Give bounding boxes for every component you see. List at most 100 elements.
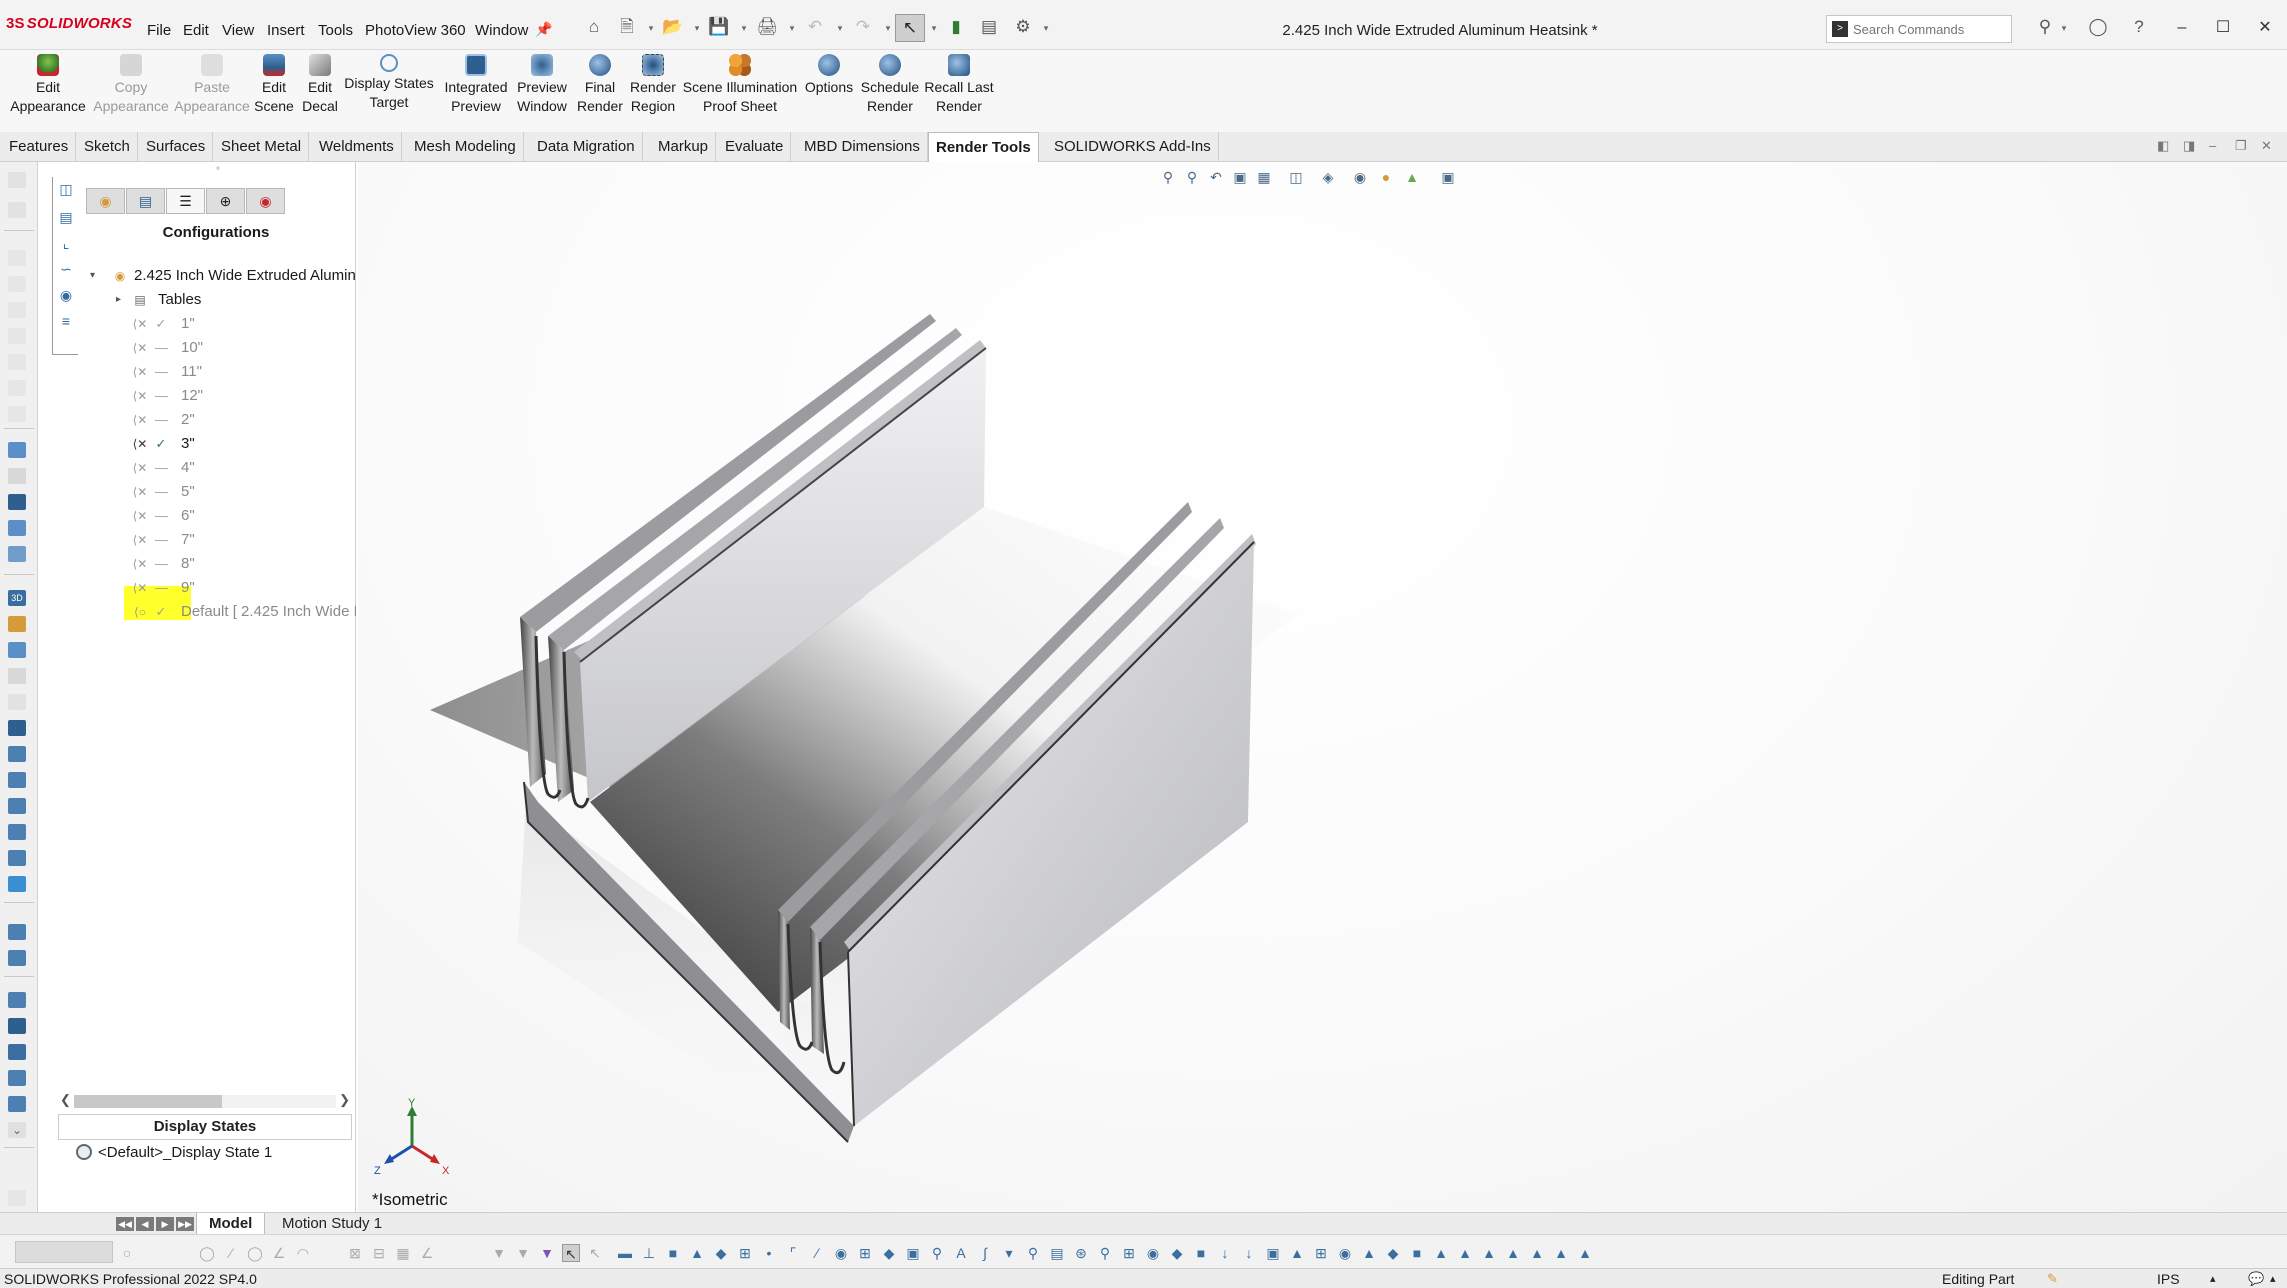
view-tool-icon-3[interactable] <box>8 494 26 510</box>
snap-icon-23[interactable]: ◉ <box>1144 1244 1162 1262</box>
snap-icon-6[interactable]: ⊞ <box>736 1244 754 1262</box>
tool-icon-3[interactable] <box>8 302 26 318</box>
tab-mesh-modeling[interactable]: Mesh Modeling <box>407 132 524 161</box>
redo-icon[interactable]: ↷ <box>852 16 874 38</box>
snap-icon-33[interactable]: ◆ <box>1384 1244 1402 1262</box>
copy-appearance-button[interactable]: Copy Appearance <box>92 54 170 116</box>
prev-tab-icon[interactable]: ◀ <box>136 1217 154 1231</box>
tab-property-manager[interactable]: ▤ <box>126 188 165 214</box>
tab-data-migration[interactable]: Data Migration <box>530 132 643 161</box>
tab-configuration-manager[interactable]: ☰ <box>166 188 205 214</box>
strip-icon-o[interactable] <box>8 1044 26 1060</box>
snap-icon-20[interactable]: ⊛ <box>1072 1244 1090 1262</box>
snap-icon-17[interactable]: ▾ <box>1000 1244 1018 1262</box>
strip-icon-q[interactable] <box>8 1096 26 1112</box>
scroll-right-icon[interactable]: ❯ <box>339 1092 350 1108</box>
selection-filter-icon[interactable]: ▼ <box>538 1244 556 1262</box>
search-input[interactable] <box>1853 19 1973 39</box>
close-window-icon[interactable]: ✕ <box>2253 16 2277 40</box>
tab-mbd-dimensions[interactable]: MBD Dimensions <box>797 132 928 161</box>
print-icon[interactable]: 🖨 <box>756 16 778 38</box>
doc-restore-icon[interactable]: ❐ <box>2235 138 2247 154</box>
snap-icon-35[interactable]: ▲ <box>1432 1244 1450 1262</box>
strip-icon-j[interactable] <box>8 876 26 892</box>
layer-icon[interactable]: ○ <box>118 1244 136 1262</box>
tab-weldments[interactable]: Weldments <box>312 132 402 161</box>
open-dropdown-icon[interactable]: ▾ <box>693 24 701 33</box>
sketch-tool-icon[interactable] <box>8 172 26 188</box>
tile-right-icon[interactable]: ◨ <box>2183 138 2195 154</box>
menu-tools[interactable]: Tools <box>318 22 353 39</box>
search-dropdown-icon[interactable]: ▾ <box>2060 24 2068 33</box>
snap-icon-3[interactable]: ■ <box>664 1244 682 1262</box>
tab-sketch[interactable]: Sketch <box>77 132 138 161</box>
display-states-target-button[interactable]: Display States Target <box>344 54 434 112</box>
view-tool-icon-1[interactable] <box>8 442 26 458</box>
select-pointer-icon[interactable]: ↖ <box>562 1244 580 1262</box>
save-icon[interactable]: 💾 <box>708 16 730 38</box>
snap-icon-31[interactable]: ◉ <box>1336 1244 1354 1262</box>
tab-dimxpert-manager[interactable]: ⊕ <box>206 188 245 214</box>
menu-edit[interactable]: Edit <box>183 22 209 39</box>
file-properties-icon[interactable]: ▤ <box>978 16 1000 38</box>
strip-icon-k[interactable] <box>8 924 26 940</box>
paste-appearance-button[interactable]: Paste Appearance <box>172 54 252 116</box>
expand-arrow-icon[interactable]: ▸ <box>116 289 121 311</box>
tab-solidworks-add-ins[interactable]: SOLIDWORKS Add-Ins <box>1047 132 1219 161</box>
circle-icon[interactable]: ◯ <box>198 1244 216 1262</box>
undo-dropdown-icon[interactable]: ▾ <box>836 24 844 33</box>
save-dropdown-icon[interactable]: ▾ <box>740 24 748 33</box>
property-icon[interactable]: ▤ <box>57 209 75 225</box>
snap-icon-27[interactable]: ↓ <box>1240 1244 1258 1262</box>
select-box-icon[interactable]: ↖ <box>586 1244 604 1262</box>
collapse-arrow-icon[interactable]: ▾ <box>90 265 95 287</box>
next-tab-icon[interactable]: ▶ <box>156 1217 174 1231</box>
menu-view[interactable]: View <box>222 22 254 39</box>
snap-icon-39[interactable]: ▲ <box>1528 1244 1546 1262</box>
snap-icon-4[interactable]: ▲ <box>688 1244 706 1262</box>
tool-icon-2[interactable] <box>8 276 26 292</box>
render-region-button[interactable]: Render Region <box>628 54 678 116</box>
edit-decal-button[interactable]: Edit Decal <box>298 54 342 116</box>
arc-icon[interactable]: ◠ <box>294 1244 312 1262</box>
tab-render-tools[interactable]: Render Tools <box>928 132 1039 162</box>
snap-icon-37[interactable]: ▲ <box>1480 1244 1498 1262</box>
first-tab-icon[interactable]: ◀◀ <box>116 1217 134 1231</box>
snap-icon-11[interactable]: ⊞ <box>856 1244 874 1262</box>
search-icon[interactable]: ⚲ <box>2034 16 2056 38</box>
configuration-item-default[interactable]: ⟨○ ✓ Default [ 2.425 Inch Wide Extruded … <box>38 601 356 623</box>
snap-icon-5[interactable]: ◆ <box>712 1244 730 1262</box>
palette-icon[interactable]: ◉ <box>57 287 75 303</box>
doc-minimize-icon[interactable]: – <box>2209 138 2216 153</box>
preview-window-button[interactable]: Preview Window <box>514 54 570 116</box>
angle-icon[interactable]: ∠ <box>270 1244 288 1262</box>
graphics-area[interactable]: ⚲ ⚲ ↶ ▣ ▦ ◫ ◈ ◉ ● ▲ ▣ <box>358 162 2287 1212</box>
angle-2-icon[interactable]: ∠ <box>418 1244 436 1262</box>
render-options-button[interactable]: Options <box>802 54 856 97</box>
select-dropdown-icon[interactable]: ▾ <box>930 24 938 33</box>
tab-feature-tree[interactable]: ◉ <box>86 188 125 214</box>
menu-insert[interactable]: Insert <box>267 22 305 39</box>
final-render-button[interactable]: Final Render <box>574 54 626 116</box>
rebuild-icon[interactable]: ▮ <box>945 16 967 38</box>
snap-icon-18[interactable]: ⚲ <box>1024 1244 1042 1262</box>
snap-icon-24[interactable]: ◆ <box>1168 1244 1186 1262</box>
view-tool-icon-2[interactable] <box>8 468 26 484</box>
snap-icon-25[interactable]: ■ <box>1192 1244 1210 1262</box>
units-dropdown-icon[interactable]: ▴ <box>2210 1269 2216 1288</box>
strip-icon-l[interactable] <box>8 950 26 966</box>
snap-icon-41[interactable]: ▲ <box>1576 1244 1594 1262</box>
snap-icon-22[interactable]: ⊞ <box>1120 1244 1138 1262</box>
line-tool-icon[interactable] <box>8 202 26 218</box>
tool-icon-1[interactable] <box>8 250 26 266</box>
schedule-render-button[interactable]: Schedule Render <box>860 54 920 116</box>
snap-icon-14[interactable]: ⚲ <box>928 1244 946 1262</box>
tab-markup[interactable]: Markup <box>651 132 717 161</box>
panel-grip-icon[interactable]: ° <box>216 166 220 177</box>
rebuild-status-icon[interactable]: ✎ <box>2047 1269 2058 1288</box>
filter-2-icon[interactable]: ▼ <box>514 1244 532 1262</box>
feature-tree-icon[interactable]: ◫ <box>57 181 75 197</box>
pin-icon[interactable]: 📌 <box>533 18 555 40</box>
sketch-icon[interactable]: ⌞ <box>57 235 75 251</box>
edit-appearance-button[interactable]: Edit Appearance <box>6 54 90 116</box>
